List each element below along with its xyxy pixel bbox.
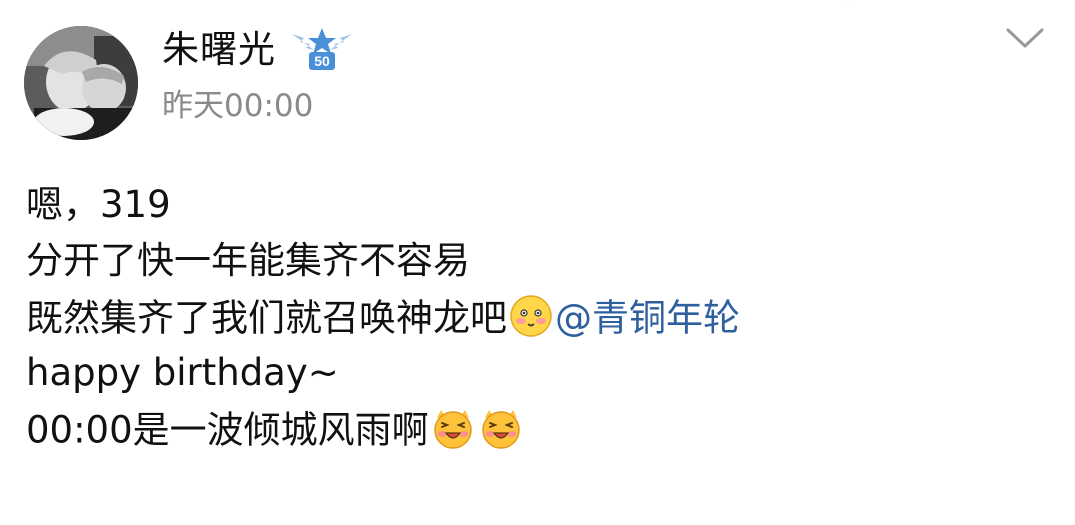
- content-line: 分开了快一年能集齐不容易: [26, 239, 470, 282]
- user-mention-link[interactable]: @青铜年轮: [555, 297, 740, 340]
- laughing-face-emoji-icon: [433, 409, 472, 449]
- chevron-down-icon[interactable]: [1004, 24, 1046, 52]
- post-time: 昨天00:00: [162, 88, 314, 124]
- star-wings-badge-icon[interactable]: 50: [290, 26, 354, 74]
- laughing-face-emoji-icon: [481, 409, 520, 449]
- avatar-photo: [24, 26, 138, 140]
- shy-smile-emoji-icon: [510, 294, 552, 337]
- badge-level: 50: [314, 53, 330, 69]
- content-text: 既然集齐了我们就召唤神龙吧: [26, 296, 507, 340]
- top-edge-fragment: [847, 0, 849, 1]
- post-content: 嗯，319 分开了快一年能集齐不容易 既然集齐了我们就召唤神龙吧 @青铜年轮 h…: [26, 177, 1055, 457]
- content-line: 00:00是一波倾城风雨啊: [26, 401, 1055, 457]
- content-line: 既然集齐了我们就召唤神龙吧 @青铜年轮: [26, 289, 1055, 345]
- avatar[interactable]: [24, 26, 138, 140]
- content-line: 嗯，319: [26, 183, 171, 226]
- post-header: 朱曙光 50 昨天00:00: [162, 24, 354, 126]
- content-line: happy birthday~: [26, 351, 339, 394]
- author-name[interactable]: 朱曙光: [162, 24, 276, 76]
- content-text: 00:00是一波倾城风雨啊: [26, 408, 429, 452]
